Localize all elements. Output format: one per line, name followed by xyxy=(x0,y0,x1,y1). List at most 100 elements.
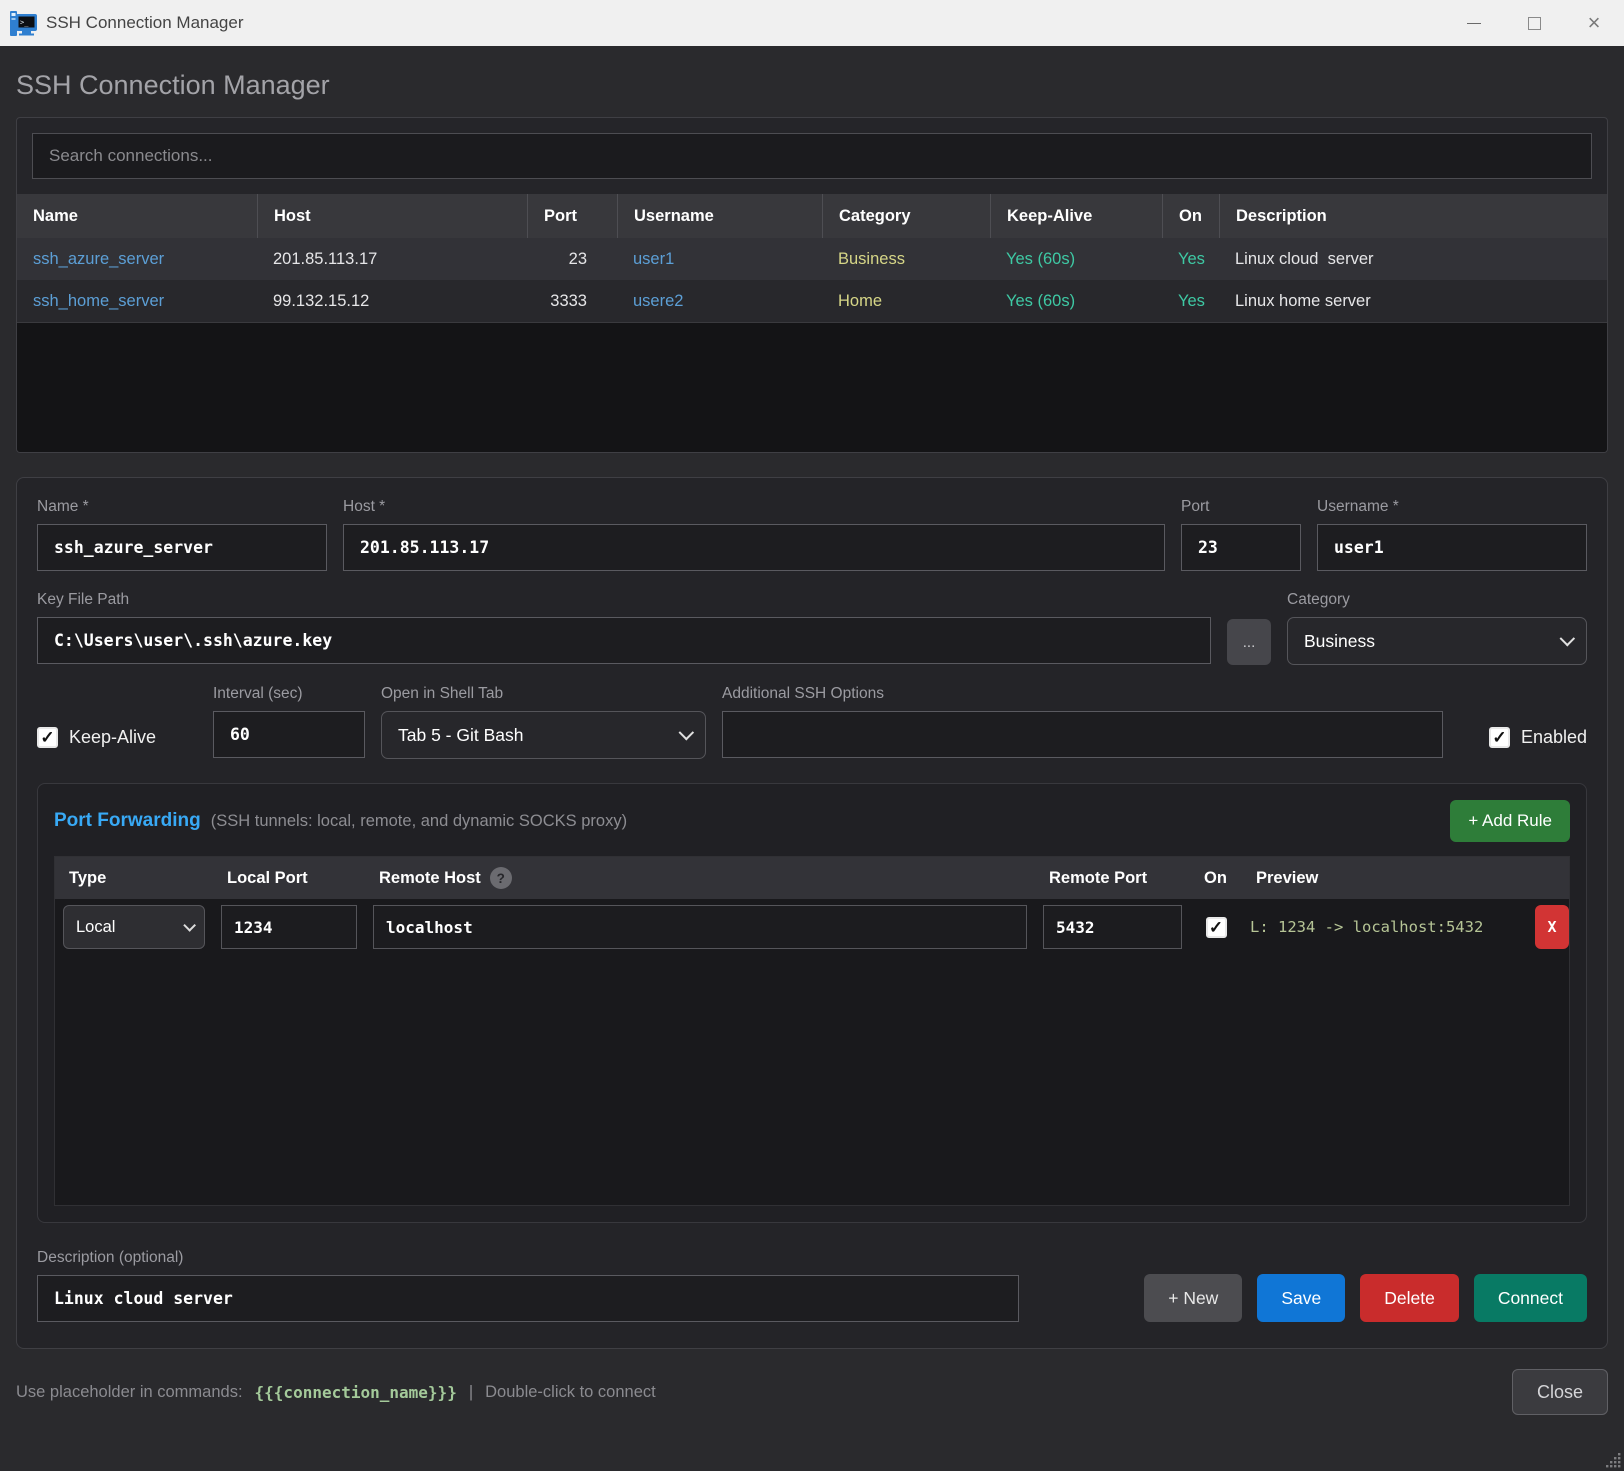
shell-tab-select[interactable]: Tab 5 - Git Bash xyxy=(381,711,706,759)
port-forwarding-empty-area xyxy=(55,955,1569,1205)
footer-hint-suffix: Double-click to connect xyxy=(485,1383,656,1402)
table-row[interactable]: ssh_azure_server 201.85.113.17 23 user1 … xyxy=(17,238,1607,280)
footer-separator: | xyxy=(469,1383,473,1402)
close-icon: × xyxy=(1588,12,1601,34)
keep-alive-label: Keep-Alive xyxy=(69,727,156,748)
window-title: SSH Connection Manager xyxy=(46,13,244,33)
browse-key-file-button[interactable]: ... xyxy=(1227,619,1271,665)
new-button[interactable]: + New xyxy=(1144,1274,1242,1322)
port-forwarding-panel: Port Forwarding (SSH tunnels: local, rem… xyxy=(37,783,1587,1223)
shell-tab-label: Open in Shell Tab xyxy=(381,685,706,703)
pf-col-preview: Preview xyxy=(1242,857,1527,899)
col-category[interactable]: Category xyxy=(822,194,990,238)
category-label: Category xyxy=(1287,591,1587,609)
col-description[interactable]: Description xyxy=(1219,194,1607,238)
col-username[interactable]: Username xyxy=(617,194,822,238)
port-field[interactable] xyxy=(1181,524,1301,571)
rule-local-port-field[interactable] xyxy=(221,905,357,949)
row-username: user1 xyxy=(617,238,822,280)
username-label: Username * xyxy=(1317,498,1587,516)
add-rule-button[interactable]: + Add Rule xyxy=(1450,800,1570,842)
row-on: Yes xyxy=(1162,280,1219,322)
row-category: Home xyxy=(822,280,990,322)
name-field[interactable] xyxy=(37,524,327,571)
row-username: usere2 xyxy=(617,280,822,322)
enabled-label: Enabled xyxy=(1521,727,1587,748)
pf-col-on: On xyxy=(1190,857,1242,899)
row-keepalive: Yes (60s) xyxy=(990,280,1162,322)
close-window-button[interactable]: × xyxy=(1564,0,1624,46)
rule-on-checkbox[interactable] xyxy=(1206,917,1227,938)
minimize-button[interactable] xyxy=(1444,0,1504,46)
resize-grip-icon[interactable] xyxy=(1606,1453,1621,1468)
category-select[interactable]: Business xyxy=(1287,617,1587,665)
connection-form-panel: Name * Host * Port Username * Key File P… xyxy=(16,477,1608,1349)
col-port[interactable]: Port xyxy=(527,194,617,238)
col-on[interactable]: On xyxy=(1162,194,1219,238)
description-label: Description (optional) xyxy=(37,1249,1019,1267)
rule-type-value: Local xyxy=(76,918,115,937)
close-button[interactable]: Close xyxy=(1512,1369,1608,1415)
ssh-options-label: Additional SSH Options xyxy=(722,685,1443,703)
row-host: 201.85.113.17 xyxy=(257,238,527,280)
remote-host-help-icon[interactable]: ? xyxy=(490,867,512,889)
rule-type-select[interactable]: Local xyxy=(63,905,205,949)
rule-remote-host-field[interactable] xyxy=(373,905,1027,949)
row-keepalive: Yes (60s) xyxy=(990,238,1162,280)
table-row[interactable]: ssh_home_server 99.132.15.12 3333 usere2… xyxy=(17,280,1607,322)
host-label: Host * xyxy=(343,498,1165,516)
row-port: 3333 xyxy=(527,280,617,322)
col-keepalive[interactable]: Keep-Alive xyxy=(990,194,1162,238)
enabled-checkbox[interactable]: Enabled xyxy=(1489,727,1587,748)
port-label: Port xyxy=(1181,498,1301,516)
key-file-field[interactable] xyxy=(37,617,1211,664)
shell-tab-select-value: Tab 5 - Git Bash xyxy=(398,725,523,746)
pf-col-local-port: Local Port xyxy=(213,857,365,899)
row-name[interactable]: ssh_home_server xyxy=(17,280,257,322)
row-category: Business xyxy=(822,238,990,280)
maximize-button[interactable] xyxy=(1504,0,1564,46)
ssh-options-field[interactable] xyxy=(722,711,1443,758)
checkbox-check-icon xyxy=(37,727,58,748)
svg-text:>_: >_ xyxy=(20,18,29,26)
page-title: SSH Connection Manager xyxy=(16,70,1608,101)
col-host[interactable]: Host xyxy=(257,194,527,238)
checkbox-check-icon xyxy=(1489,727,1510,748)
port-forwarding-rule-row: Local L: 1234 -> localhost:5432 X xyxy=(55,899,1569,955)
name-label: Name * xyxy=(37,498,327,516)
chevron-down-icon xyxy=(183,919,196,932)
username-field[interactable] xyxy=(1317,524,1587,571)
chevron-down-icon xyxy=(1560,630,1576,646)
row-name[interactable]: ssh_azure_server xyxy=(17,238,257,280)
footer-hint-prefix: Use placeholder in commands: xyxy=(16,1383,243,1402)
host-field[interactable] xyxy=(343,524,1165,571)
connections-empty-area xyxy=(17,322,1607,452)
connections-table-header: Name Host Port Username Category Keep-Al… xyxy=(17,194,1607,238)
pf-col-remote-port: Remote Port xyxy=(1035,857,1190,899)
description-field[interactable] xyxy=(37,1275,1019,1322)
app-icon: >_ xyxy=(10,10,37,37)
rule-remote-port-field[interactable] xyxy=(1043,905,1182,949)
interval-label: Interval (sec) xyxy=(213,685,365,703)
interval-field[interactable] xyxy=(213,711,365,758)
keep-alive-checkbox[interactable]: Keep-Alive xyxy=(37,727,156,748)
row-port: 23 xyxy=(527,238,617,280)
connections-panel: Name Host Port Username Category Keep-Al… xyxy=(16,117,1608,453)
col-name[interactable]: Name xyxy=(17,194,257,238)
connect-button[interactable]: Connect xyxy=(1474,1274,1587,1322)
key-file-label: Key File Path xyxy=(37,591,1211,609)
row-host: 99.132.15.12 xyxy=(257,280,527,322)
maximize-icon xyxy=(1528,17,1541,30)
port-forwarding-subtitle: (SSH tunnels: local, remote, and dynamic… xyxy=(211,812,627,831)
pf-col-remote-host: Remote Host xyxy=(379,869,481,888)
delete-rule-button[interactable]: X xyxy=(1535,905,1569,949)
rule-preview: L: 1234 -> localhost:5432 xyxy=(1242,918,1527,936)
pf-col-type: Type xyxy=(55,857,213,899)
port-forwarding-header: Type Local Port Remote Host ? Remote Por… xyxy=(55,857,1569,899)
delete-button[interactable]: Delete xyxy=(1360,1274,1459,1322)
port-forwarding-table: Type Local Port Remote Host ? Remote Por… xyxy=(54,856,1570,1206)
window-titlebar: >_ SSH Connection Manager × xyxy=(0,0,1624,46)
save-button[interactable]: Save xyxy=(1257,1274,1345,1322)
search-input[interactable] xyxy=(32,133,1592,179)
row-on: Yes xyxy=(1162,238,1219,280)
